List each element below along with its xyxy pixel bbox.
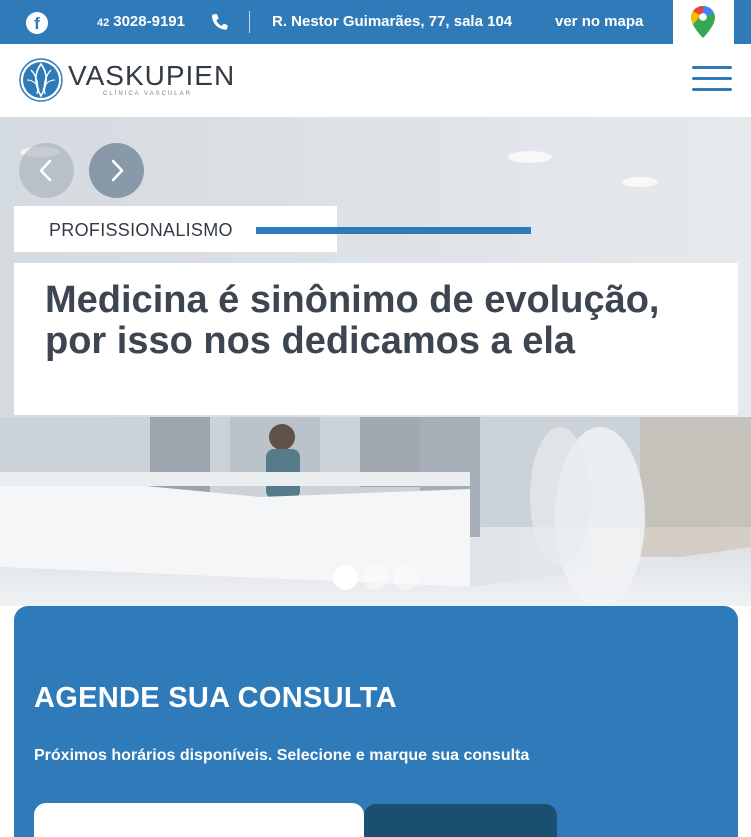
slider-next-button[interactable] xyxy=(89,143,144,198)
booking-time-card[interactable] xyxy=(364,804,557,837)
google-maps-button[interactable] xyxy=(673,0,734,44)
slide-tag: PROFISSIONALISMO xyxy=(49,220,233,240)
google-maps-pin-icon xyxy=(691,6,715,38)
slider-dot[interactable] xyxy=(393,565,418,590)
logo-subtitle: CLÍNICA VASCULAR xyxy=(103,91,192,97)
chevron-right-icon xyxy=(111,159,124,182)
top-bar: f 42 3028-9191 R. Nestor Guimarães, 77, s… xyxy=(0,0,751,44)
phone-number[interactable]: 42 3028-9191 xyxy=(97,13,185,30)
address-text: R. Nestor Guimarães, 77, sala 104 xyxy=(272,13,513,30)
site-header: VASKUPIEN CLÍNICA VASCULAR xyxy=(0,44,751,117)
view-map-link[interactable]: ver no mapa xyxy=(555,13,643,30)
topbar-divider xyxy=(249,11,250,33)
phone-ddd: 42 xyxy=(97,17,110,29)
booking-title: AGENDE SUA CONSULTA xyxy=(34,682,397,714)
slider-prev-button[interactable] xyxy=(19,143,74,198)
slide-headline: Medicina é sinônimo de evolução, por iss… xyxy=(45,279,660,362)
slide-tag-underline xyxy=(256,227,531,234)
chevron-left-icon xyxy=(39,159,52,182)
booking-section: AGENDE SUA CONSULTA Próximos horários di… xyxy=(14,606,738,837)
hamburger-menu-icon[interactable] xyxy=(692,66,734,92)
logo-emblem-icon[interactable] xyxy=(19,58,63,102)
facebook-icon[interactable]: f xyxy=(26,12,48,34)
hero-slider: PROFISSIONALISMO Medicina é sinônimo de … xyxy=(0,117,751,606)
slide-headline-box: Medicina é sinônimo de evolução, por iss… xyxy=(14,263,738,415)
slider-dot[interactable] xyxy=(333,565,358,590)
phone-digits: 3028-9191 xyxy=(113,13,185,30)
phone-icon[interactable] xyxy=(209,11,231,33)
logo-text[interactable]: VASKUPIEN xyxy=(68,60,235,92)
booking-subtitle: Próximos horários disponíveis. Selecione… xyxy=(34,747,530,764)
booking-date-card[interactable] xyxy=(34,803,364,837)
slider-dot[interactable] xyxy=(363,565,388,590)
